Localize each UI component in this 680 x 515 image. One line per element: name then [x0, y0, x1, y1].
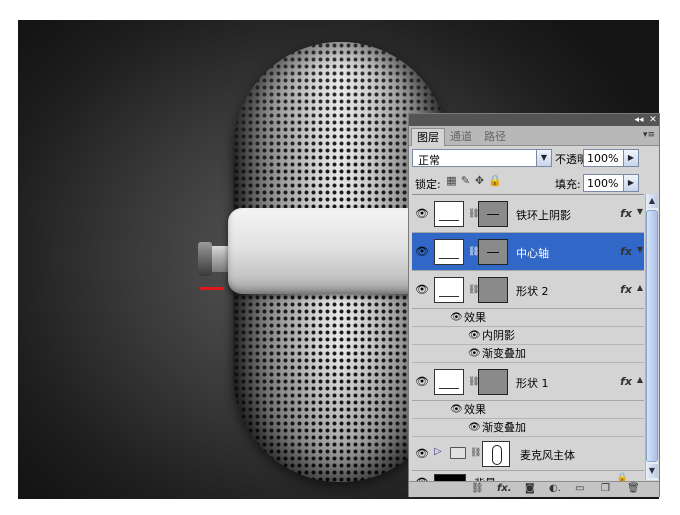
chevron-right-icon[interactable]: ▶	[623, 175, 638, 191]
tab-layers[interactable]: 图层	[411, 128, 445, 146]
eye-icon[interactable]: 👁	[468, 345, 481, 363]
lock-move-icon[interactable]: ✥	[474, 174, 488, 187]
fx-icon[interactable]: fx	[620, 207, 632, 220]
red-marker	[200, 287, 224, 290]
eye-icon[interactable]: 👁	[414, 446, 430, 462]
effect-item[interactable]: 👁 渐变叠加	[412, 419, 644, 437]
panel-bottom-toolbar: ⛓ fx. ◙ ◐. ▭ ❐ 🗑	[409, 481, 659, 497]
panel-tabs: 图层 通道 路径 ▾≡	[409, 126, 659, 146]
layer-name: 形状 2	[516, 285, 549, 298]
new-group-icon[interactable]: ▭	[575, 483, 584, 494]
scroll-up-icon[interactable]: ▲	[646, 194, 658, 208]
eye-icon[interactable]: 👁	[414, 282, 430, 298]
chevron-down-icon[interactable]: ▼	[536, 150, 551, 166]
eye-icon[interactable]: 👁	[414, 374, 430, 390]
chevron-down-icon[interactable]: ▼	[637, 245, 643, 254]
layer-group-row[interactable]: 👁 ▷ ⛓ 麦克风主体	[412, 437, 644, 471]
layer-name: 形状 1	[516, 377, 549, 390]
chevron-up-icon[interactable]: ▲	[637, 283, 643, 292]
effect-name: 内阴影	[482, 329, 515, 342]
eye-icon[interactable]: 👁	[414, 206, 430, 222]
opacity-value: 100%	[587, 152, 619, 165]
layer-name: 中心轴	[516, 247, 549, 260]
eye-icon[interactable]: 👁	[450, 401, 463, 419]
add-style-icon[interactable]: fx.	[497, 483, 512, 494]
eye-icon[interactable]: 👁	[414, 244, 430, 260]
lock-label: 锁定:	[415, 178, 441, 191]
vector-mask-thumbnail	[478, 201, 508, 227]
layers-panel: ◂◂ ✕ 图层 通道 路径 ▾≡ 正常 ▼ 不透明度: 100% ▶ 锁定: ▦…	[408, 113, 660, 497]
chevron-up-icon[interactable]: ▲	[637, 375, 643, 384]
lock-transparent-icon[interactable]: ▦	[446, 174, 460, 187]
layer-list: 👁 ⛓ 铁环上阴影 fx ▼ 👁 ⛓ 中心轴 fx ▼ 👁 ⛓ 形状 2 fx …	[412, 194, 644, 483]
layer-row[interactable]: 👁 ⛓ 形状 1 fx ▲	[412, 363, 644, 401]
fill-field[interactable]: 100% ▶	[583, 174, 639, 192]
vector-mask-thumbnail	[478, 369, 508, 395]
chevron-right-icon[interactable]: ▶	[623, 150, 638, 166]
layer-row-selected[interactable]: 👁 ⛓ 中心轴 fx ▼	[412, 233, 644, 271]
effects-group[interactable]: 👁 效果	[412, 401, 644, 419]
effects-label: 效果	[464, 403, 486, 416]
fill-label: 填充:	[555, 178, 581, 191]
chain-link-icon[interactable]: ⛓	[470, 448, 481, 458]
layer-thumbnail	[434, 239, 464, 265]
vector-mask-thumbnail	[482, 441, 510, 467]
fx-icon[interactable]: fx	[620, 245, 632, 258]
lock-all-icon[interactable]: 🔒	[488, 174, 502, 187]
eye-icon[interactable]: 👁	[468, 327, 481, 345]
metal-band	[228, 208, 423, 294]
eye-icon[interactable]: 👁	[450, 309, 463, 327]
adjustment-layer-icon[interactable]: ◐.	[549, 483, 561, 494]
chevron-down-icon[interactable]: ▼	[637, 207, 643, 216]
layer-thumbnail	[434, 369, 464, 395]
panel-titlebar[interactable]: ◂◂ ✕	[409, 114, 659, 126]
scroll-thumb[interactable]	[646, 210, 658, 462]
effects-label: 效果	[464, 311, 486, 324]
tab-channels[interactable]: 通道	[445, 128, 477, 145]
vector-mask-thumbnail	[478, 277, 508, 303]
folder-icon	[450, 447, 466, 459]
effects-group[interactable]: 👁 效果	[412, 309, 644, 327]
axle-cap	[198, 242, 212, 276]
tab-paths[interactable]: 路径	[479, 128, 511, 145]
vector-mask-thumbnail	[478, 239, 508, 265]
lock-paint-icon[interactable]: ✎	[460, 174, 474, 187]
fx-icon[interactable]: fx	[620, 375, 632, 388]
layer-name: 麦克风主体	[520, 449, 575, 462]
opacity-field[interactable]: 100% ▶	[583, 149, 639, 167]
panel-menu-icon[interactable]: ▾≡	[643, 130, 655, 140]
layer-list-scrollbar[interactable]: ▲ ▼	[645, 194, 658, 480]
eye-icon[interactable]: 👁	[468, 419, 481, 437]
effect-name: 渐变叠加	[482, 421, 526, 434]
layer-thumbnail	[434, 201, 464, 227]
fx-icon[interactable]: fx	[620, 283, 632, 296]
effect-name: 渐变叠加	[482, 347, 526, 360]
collapse-icon[interactable]: ◂◂	[633, 114, 645, 126]
effect-item[interactable]: 👁 渐变叠加	[412, 345, 644, 363]
layer-row[interactable]: 👁 ⛓ 形状 2 fx ▲	[412, 271, 644, 309]
blend-mode-value: 正常	[418, 154, 440, 167]
lock-options: ▦✎ ✥🔒	[446, 174, 502, 188]
new-layer-icon[interactable]: ❐	[601, 483, 610, 494]
layer-name: 铁环上阴影	[516, 209, 571, 222]
add-mask-icon[interactable]: ◙	[525, 483, 535, 494]
fill-value: 100%	[587, 177, 619, 190]
effect-item[interactable]: 👁 内阴影	[412, 327, 644, 345]
blend-mode-select[interactable]: 正常 ▼	[412, 149, 552, 167]
expand-triangle-icon[interactable]: ▷	[434, 446, 442, 457]
layer-row[interactable]: 👁 ⛓ 铁环上阴影 fx ▼	[412, 195, 644, 233]
scroll-down-icon[interactable]: ▼	[646, 464, 658, 478]
close-icon[interactable]: ✕	[647, 114, 659, 126]
link-layers-icon[interactable]: ⛓	[471, 483, 484, 494]
trash-icon[interactable]: 🗑	[627, 483, 640, 494]
layer-thumbnail	[434, 277, 464, 303]
